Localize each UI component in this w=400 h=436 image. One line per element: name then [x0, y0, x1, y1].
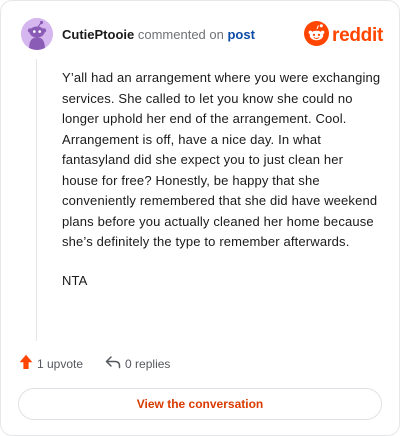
reddit-wordmark: reddit: [332, 25, 383, 46]
byline-action-text: commented on: [137, 26, 224, 42]
post-link[interactable]: post: [227, 27, 254, 42]
comment-actions: 1 upvote 0 replies: [19, 354, 170, 373]
upvote-button[interactable]: 1 upvote: [19, 354, 83, 373]
comment-embed-card: CutiePtooie commented on post reddit Y’a…: [0, 0, 400, 436]
comment-body: Y’all had an arrangement where you were …: [62, 68, 382, 309]
reddit-snoo-icon: [304, 21, 330, 51]
comment-paragraph: Y’all had an arrangement where you were …: [62, 70, 381, 249]
snoo-avatar-icon[interactable]: [21, 18, 53, 50]
comment-byline: CutiePtooie commented on post: [62, 27, 255, 42]
thread-line[interactable]: [36, 59, 37, 341]
reply-button[interactable]: 0 replies: [105, 355, 170, 372]
reply-count: 0 replies: [125, 356, 171, 371]
comment-header: CutiePtooie commented on post: [21, 17, 255, 51]
reddit-logo[interactable]: reddit: [304, 21, 383, 51]
view-conversation-button[interactable]: View the conversation: [18, 388, 382, 420]
comment-paragraph: NTA: [62, 272, 88, 288]
reply-arrow-icon: [105, 355, 121, 372]
author-username[interactable]: CutiePtooie: [62, 27, 134, 42]
upvote-arrow-icon: [19, 354, 33, 373]
upvote-count: 1 upvote: [37, 356, 84, 371]
